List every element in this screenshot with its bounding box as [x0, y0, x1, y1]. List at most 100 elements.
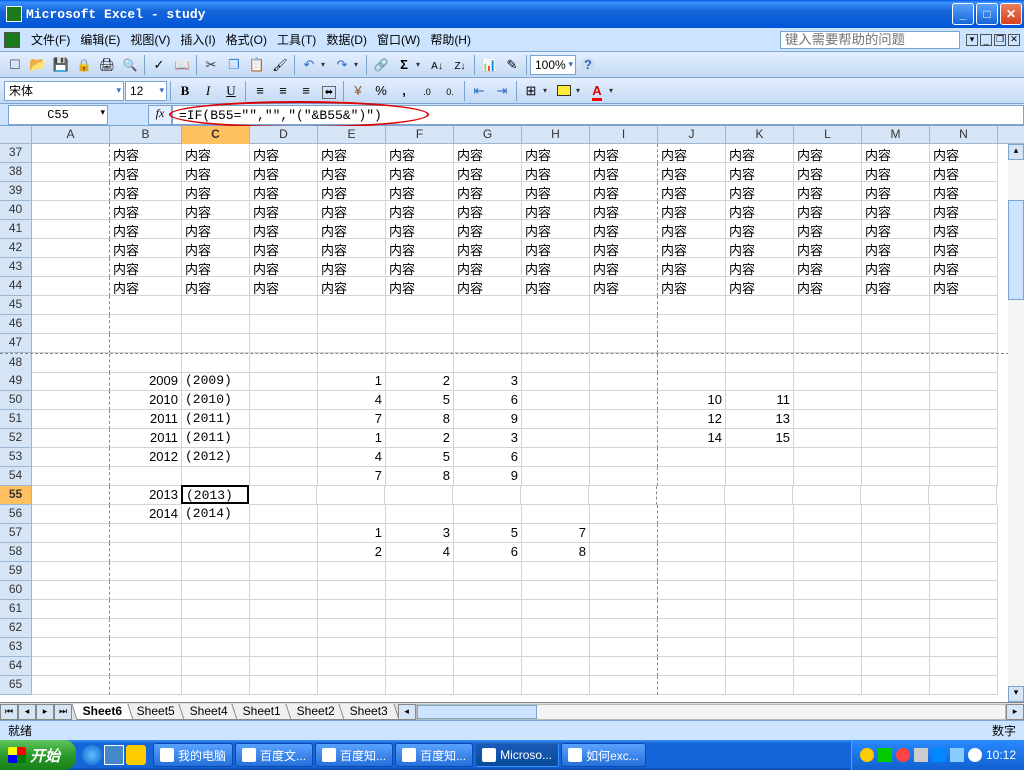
cell[interactable]: 内容 [658, 258, 726, 277]
cell[interactable] [590, 391, 658, 410]
mdi-minimize-button[interactable]: _ [980, 34, 992, 46]
cell[interactable] [930, 657, 998, 676]
font-size-combo[interactable]: 12 [125, 81, 167, 101]
cell[interactable] [317, 486, 385, 505]
cell[interactable]: 4 [386, 543, 454, 562]
cell[interactable]: 内容 [250, 163, 318, 182]
cut-button[interactable] [200, 54, 222, 76]
cell[interactable] [794, 354, 862, 373]
cell[interactable] [110, 524, 182, 543]
cell[interactable] [249, 486, 317, 505]
cell[interactable]: 内容 [318, 220, 386, 239]
cell[interactable] [32, 467, 110, 486]
cell[interactable]: (2009) [182, 372, 250, 391]
cell[interactable] [32, 562, 110, 581]
cell[interactable] [862, 600, 930, 619]
cell[interactable] [794, 448, 862, 467]
cell[interactable] [110, 638, 182, 657]
row-header[interactable]: 44 [0, 277, 32, 296]
cell[interactable] [862, 581, 930, 600]
scroll-up-button[interactable]: ▴ [1008, 144, 1024, 160]
cell[interactable]: 15 [726, 429, 794, 448]
cell[interactable] [794, 619, 862, 638]
chart-button[interactable] [478, 54, 500, 76]
cell[interactable] [32, 524, 110, 543]
cell[interactable]: 内容 [318, 163, 386, 182]
cell[interactable] [522, 372, 590, 391]
menu-item[interactable]: 视图(V) [125, 29, 175, 50]
row-header[interactable]: 63 [0, 638, 32, 657]
column-header[interactable]: J [658, 126, 726, 144]
cell[interactable] [110, 543, 182, 562]
cell[interactable] [794, 391, 862, 410]
cell[interactable]: 内容 [110, 220, 182, 239]
row-header[interactable]: 65 [0, 676, 32, 695]
cell[interactable] [726, 562, 794, 581]
cell[interactable]: 内容 [590, 163, 658, 182]
cell[interactable] [522, 354, 590, 373]
cell[interactable]: 内容 [590, 277, 658, 296]
cell[interactable] [590, 315, 658, 334]
row-header[interactable]: 56 [0, 505, 32, 524]
cell[interactable]: 1 [318, 524, 386, 543]
cell[interactable] [862, 315, 930, 334]
cell[interactable] [110, 581, 182, 600]
cell[interactable] [454, 562, 522, 581]
cell[interactable]: 内容 [454, 239, 522, 258]
cell[interactable]: 内容 [522, 277, 590, 296]
cell[interactable] [862, 562, 930, 581]
cell[interactable] [522, 505, 590, 524]
cell[interactable] [658, 543, 726, 562]
font-color-button[interactable] [586, 80, 608, 102]
cell[interactable] [386, 619, 454, 638]
cell[interactable]: 内容 [182, 163, 250, 182]
cell[interactable]: 5 [386, 391, 454, 410]
cell[interactable]: 内容 [590, 220, 658, 239]
cell[interactable] [930, 581, 998, 600]
ql-icon[interactable] [126, 745, 146, 765]
cell[interactable]: 内容 [386, 277, 454, 296]
autosum-button[interactable] [393, 54, 415, 76]
cell[interactable] [386, 334, 454, 353]
print-button[interactable] [96, 54, 118, 76]
row-header[interactable]: 57 [0, 524, 32, 543]
cell[interactable]: 4 [318, 448, 386, 467]
cell[interactable] [386, 676, 454, 695]
cell[interactable] [32, 448, 110, 467]
cell[interactable]: 内容 [862, 182, 930, 201]
cell[interactable]: 3 [454, 372, 522, 391]
cell[interactable] [386, 657, 454, 676]
decrease-indent-button[interactable] [468, 80, 490, 102]
cell[interactable] [862, 505, 930, 524]
vertical-scrollbar[interactable]: ▴ ▾ [1008, 144, 1024, 702]
cell[interactable]: 内容 [726, 163, 794, 182]
cell[interactable] [726, 524, 794, 543]
cell[interactable] [110, 354, 182, 373]
column-header[interactable]: K [726, 126, 794, 144]
cell[interactable]: 内容 [386, 163, 454, 182]
increase-indent-button[interactable] [491, 80, 513, 102]
formula-input[interactable]: =IF(B55="","","("&B55&")") [172, 105, 1024, 125]
tab-prev-button[interactable]: ◂ [18, 704, 36, 720]
cell[interactable]: (2014) [182, 505, 250, 524]
cell[interactable] [110, 600, 182, 619]
cell[interactable]: 内容 [386, 220, 454, 239]
cell[interactable]: 内容 [794, 163, 862, 182]
tab-next-button[interactable]: ▸ [36, 704, 54, 720]
cell[interactable] [590, 581, 658, 600]
cell[interactable] [182, 581, 250, 600]
cell[interactable] [794, 429, 862, 448]
cell[interactable]: 内容 [386, 239, 454, 258]
cell[interactable] [590, 638, 658, 657]
cell[interactable] [726, 543, 794, 562]
maximize-button[interactable]: □ [976, 3, 998, 25]
cell[interactable]: 内容 [862, 201, 930, 220]
cell[interactable] [250, 562, 318, 581]
cell[interactable] [657, 486, 725, 505]
cell[interactable]: 2014 [110, 505, 182, 524]
cell[interactable] [522, 315, 590, 334]
cell[interactable]: 5 [454, 524, 522, 543]
help-search[interactable] [780, 31, 960, 49]
cell[interactable] [725, 486, 793, 505]
cell[interactable] [930, 410, 998, 429]
